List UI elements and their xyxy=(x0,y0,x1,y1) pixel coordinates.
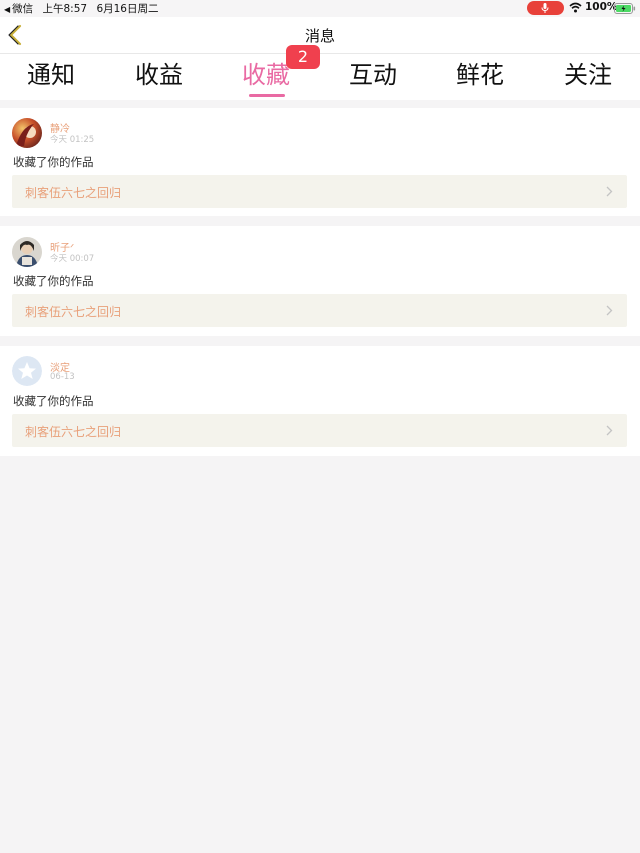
work-title: 刺客伍六七之回归 xyxy=(25,425,122,439)
status-time: 上午8:57 xyxy=(42,3,88,15)
active-tab-indicator xyxy=(249,94,285,97)
avatar[interactable] xyxy=(12,356,42,386)
back-to-app-label[interactable]: 微信 xyxy=(12,3,33,15)
chevron-right-icon xyxy=(606,305,613,316)
default-avatar-icon xyxy=(12,356,42,386)
nav-bar: 消息 xyxy=(0,17,640,54)
action-text: 收藏了你的作品 xyxy=(13,394,94,408)
page-title: 消息 xyxy=(304,27,335,45)
avatar[interactable] xyxy=(12,237,42,267)
tab-bar: 通知 收益 收藏 互动 鲜花 关注 2 xyxy=(0,45,640,100)
battery-icon xyxy=(614,3,636,14)
message-card: 昕子ᐟ 今天 00:07 收藏了你的作品 刺客伍六七之回归 xyxy=(0,226,640,336)
favorites-count-badge: 2 xyxy=(286,45,320,69)
message-card: 静冷 今天 01:25 收藏了你的作品 刺客伍六七之回归 xyxy=(0,108,640,216)
avatar-image xyxy=(12,118,42,148)
message-card: 淡定 06-13 收藏了你的作品 刺客伍六七之回归 xyxy=(0,346,640,456)
microphone-icon xyxy=(541,3,549,13)
message-time: 06-13 xyxy=(50,372,75,382)
tab-notifications[interactable]: 通知 xyxy=(11,58,91,92)
status-bar: ◀ 微信 上午8:57 6月16日周二 100% xyxy=(0,0,640,17)
work-link[interactable]: 刺客伍六七之回归 xyxy=(12,414,627,447)
chevron-right-icon xyxy=(606,425,613,436)
avatar[interactable] xyxy=(12,118,42,148)
message-time: 今天 00:07 xyxy=(50,254,95,264)
status-left: ◀ 微信 上午8:57 6月16日周二 xyxy=(4,1,164,16)
message-time: 今天 01:25 xyxy=(50,135,95,145)
action-text: 收藏了你的作品 xyxy=(13,274,94,288)
back-to-app-icon[interactable]: ◀ xyxy=(4,5,10,14)
tab-follows[interactable]: 关注 xyxy=(548,58,628,92)
wifi-icon xyxy=(569,2,582,13)
action-text: 收藏了你的作品 xyxy=(13,155,94,169)
battery-percent: 100% xyxy=(585,1,618,13)
status-date: 6月16日周二 xyxy=(96,3,159,15)
tab-flowers[interactable]: 鲜花 xyxy=(440,58,520,92)
avatar-image xyxy=(12,237,42,267)
chevron-right-icon xyxy=(606,186,613,197)
work-title: 刺客伍六七之回归 xyxy=(25,186,122,200)
tab-earnings[interactable]: 收益 xyxy=(119,58,199,92)
work-link[interactable]: 刺客伍六七之回归 xyxy=(12,294,627,327)
tab-interactions[interactable]: 互动 xyxy=(333,58,413,92)
microphone-indicator xyxy=(527,1,564,15)
work-link[interactable]: 刺客伍六七之回归 xyxy=(12,175,627,208)
work-title: 刺客伍六七之回归 xyxy=(25,305,122,319)
